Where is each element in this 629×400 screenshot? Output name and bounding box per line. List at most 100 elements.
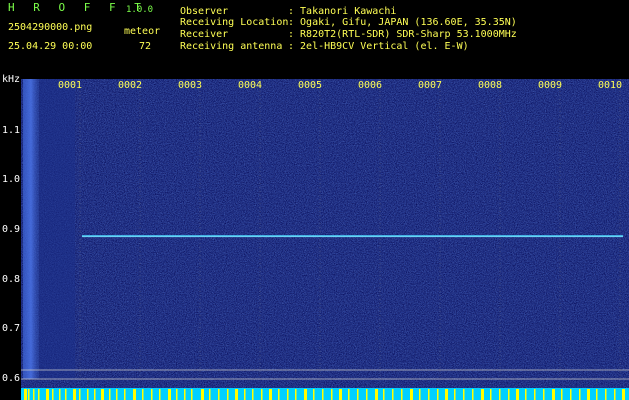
bottom-tick [410, 389, 413, 400]
spectrogram-canvas [21, 79, 629, 400]
receiver-value: : R820T2(RTL-SDR) SDR-Sharp 53.1000MHz [288, 29, 517, 40]
bottom-tick [269, 389, 272, 400]
bottom-tick [481, 389, 484, 400]
bottom-tick [366, 389, 368, 400]
bottom-tick [28, 389, 30, 400]
bottom-tick [454, 389, 456, 400]
bottom-tick [614, 389, 616, 400]
bottom-tick [52, 389, 54, 400]
bottom-tick [375, 389, 378, 400]
bottom-tick [304, 389, 307, 400]
bottom-tick [33, 389, 35, 400]
bottom-tick [445, 389, 448, 400]
bottom-tick [244, 389, 246, 400]
spectrum-speckle [21, 79, 629, 400]
hrofft-window: H R O F F T 1.0.0 2504290000.png meteor … [0, 0, 629, 400]
x-tick-label: 0009 [538, 80, 563, 91]
bottom-tick [261, 389, 263, 400]
x-tick-label: 0001 [58, 80, 83, 91]
meteor-label: meteor [124, 26, 161, 37]
bottom-tick [73, 389, 76, 400]
y-tick-label: 0.6 [2, 373, 21, 384]
y-tick-label: 0.8 [2, 274, 21, 285]
x-tick-label: 0002 [118, 80, 143, 91]
bottom-tick [159, 389, 161, 400]
app-version: 1.0.0 [126, 5, 154, 15]
bottom-tick [401, 389, 403, 400]
bottom-tick [124, 389, 126, 400]
bottom-tick [24, 389, 27, 400]
y-tick-label: 0.7 [2, 323, 21, 334]
bottom-tick [339, 389, 342, 400]
bottom-tick [218, 389, 220, 400]
bottom-tick [596, 389, 598, 400]
bottom-tick [490, 389, 492, 400]
bottom-tick [534, 389, 536, 400]
bottom-tick [543, 389, 545, 400]
bottom-tick [184, 389, 186, 400]
x-tick-label: 0003 [178, 80, 203, 91]
location-value: : Ogaki, Gifu, JAPAN (136.60E, 35.35N) [288, 17, 517, 28]
bottom-tick [287, 389, 289, 400]
date-time: 25.04.29 00:00 [8, 41, 93, 52]
x-tick-label: 0008 [478, 80, 503, 91]
bottom-tick [313, 389, 315, 400]
bottom-tick [201, 389, 204, 400]
x-tick-label: 0010 [598, 80, 623, 91]
bottom-tick [508, 389, 510, 400]
bottom-tick [65, 389, 67, 400]
broadband-burst [23, 79, 39, 379]
bottom-tick [209, 389, 211, 400]
bottom-tick [605, 389, 607, 400]
bottom-tick [168, 389, 171, 400]
bottom-tick [622, 389, 625, 400]
x-tick-label: 0005 [298, 80, 323, 91]
bottom-tick [176, 389, 178, 400]
bottom-tick [561, 389, 563, 400]
location-label: Receiving Location [180, 17, 289, 28]
y-axis-unit: kHz [2, 74, 21, 85]
bottom-tick [552, 389, 555, 400]
bottom-tick [392, 389, 394, 400]
y-tick-label: 1.1 [2, 125, 21, 136]
bottom-bar [21, 388, 629, 400]
bottom-tick [579, 389, 581, 400]
bottom-tick [109, 389, 111, 400]
bottom-tick [516, 389, 519, 400]
bottom-tick [151, 389, 153, 400]
x-tick-label: 0004 [238, 80, 263, 91]
bottom-tick [428, 389, 430, 400]
bottom-tick [348, 389, 350, 400]
bottom-tick [419, 389, 421, 400]
receiver-label: Receiver [180, 29, 229, 40]
bottom-tick [87, 389, 89, 400]
bottom-tick [227, 389, 229, 400]
bottom-tick [331, 389, 333, 400]
file-name: 2504290000.png [8, 22, 93, 33]
bottom-tick [38, 389, 40, 400]
bottom-tick [142, 389, 144, 400]
antenna-label: Receiving antenna [180, 41, 283, 52]
bottom-tick [94, 389, 96, 400]
bottom-tick [525, 389, 527, 400]
x-tick-label: 0006 [358, 80, 383, 91]
bottom-tick [587, 389, 590, 400]
bottom-tick [570, 389, 572, 400]
bottom-tick [278, 389, 280, 400]
y-tick-label: 0.9 [2, 224, 21, 235]
broadband-tail [39, 79, 75, 379]
x-tick-label: 0007 [418, 80, 443, 91]
meteor-count: 72 [139, 41, 152, 52]
bottom-tick [116, 389, 118, 400]
bottom-tick [322, 389, 324, 400]
bottom-tick [101, 389, 104, 400]
bottom-tick [499, 389, 501, 400]
bottom-tick [133, 389, 136, 400]
bottom-tick [191, 389, 193, 400]
bottom-tick [437, 389, 439, 400]
bottom-tick [472, 389, 474, 400]
bottom-tick [59, 389, 61, 400]
bottom-tick [357, 389, 359, 400]
spectrogram [21, 79, 629, 400]
bottom-tick [463, 389, 465, 400]
